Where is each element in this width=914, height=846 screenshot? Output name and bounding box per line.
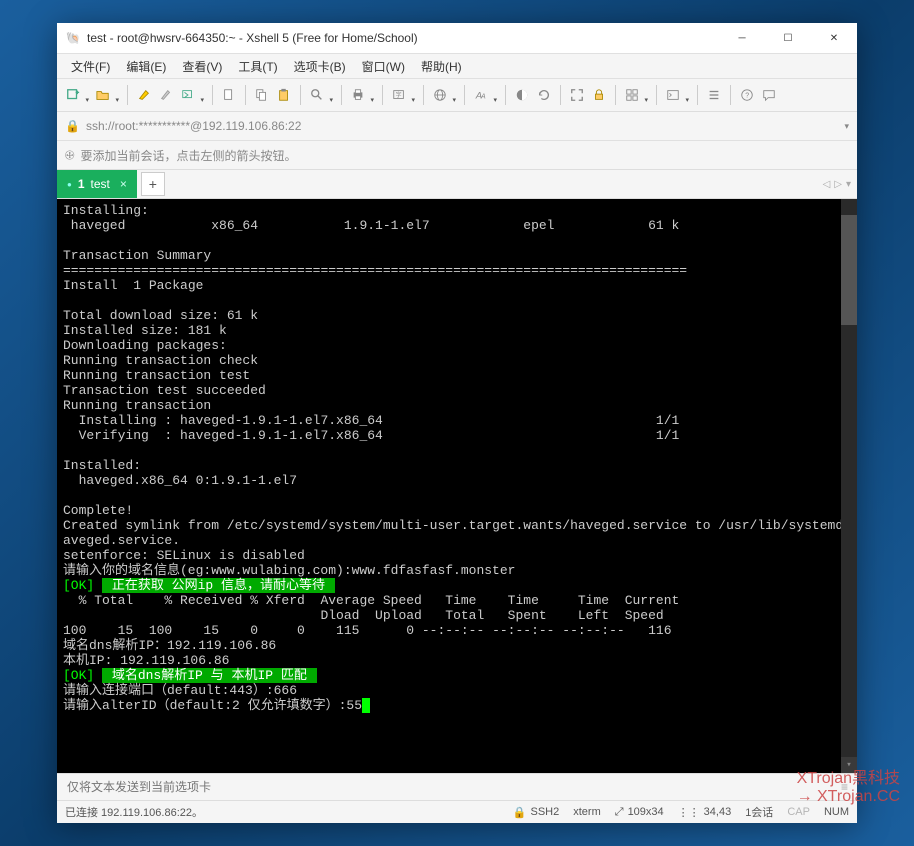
paste-icon[interactable] [274, 85, 294, 105]
menu-window[interactable]: 窗口(W) [354, 56, 413, 77]
toolbar-sep [127, 85, 128, 105]
font-icon[interactable]: AA [471, 85, 491, 105]
tab-next-icon[interactable]: ▷ [834, 179, 842, 190]
find-icon[interactable] [307, 85, 327, 105]
list-icon[interactable] [704, 85, 724, 105]
status-ssh: 🔒 SSH2 [513, 806, 559, 819]
refresh-icon[interactable] [534, 85, 554, 105]
status-bar: 已连接 192.119.106.86:22。 🔒 SSH2 xterm ⤢ 10… [57, 800, 857, 823]
tab-label: test [91, 177, 110, 191]
tab-add-button[interactable]: + [141, 172, 165, 196]
lock-small-icon: 🔒 [65, 119, 80, 133]
hint-bar: 🕀 要添加当前会话，点击左侧的箭头按钮。 [57, 141, 857, 170]
status-num: NUM [824, 806, 849, 818]
tab-active[interactable]: ● 1 test × [57, 170, 137, 198]
encoding-icon[interactable]: 字 [389, 85, 409, 105]
status-caps: CAP [787, 806, 810, 818]
new-session-icon[interactable] [63, 85, 83, 105]
layout-icon[interactable] [622, 85, 642, 105]
copy-icon[interactable] [252, 85, 272, 105]
terminal-icon[interactable] [663, 85, 683, 105]
send-bar: ≡ [57, 773, 857, 800]
menu-tools[interactable]: 工具(T) [230, 56, 285, 77]
toolbar-sep [382, 85, 383, 105]
status-pos: ⋮⋮ 34,43 [678, 806, 732, 819]
scroll-down-icon[interactable]: ▾ [841, 757, 857, 773]
tab-bar: ● 1 test × + ◁ ▷ ▾ [57, 170, 857, 199]
toolbar-sep [245, 85, 246, 105]
brush-icon[interactable] [156, 85, 176, 105]
toolbar-sep [464, 85, 465, 105]
color-scheme-icon[interactable] [512, 85, 532, 105]
terminal-scrollbar[interactable]: ▴ ▾ [841, 199, 857, 773]
toolbar-sep [615, 85, 616, 105]
svg-text:字: 字 [396, 91, 402, 99]
help-icon[interactable]: ? [737, 85, 757, 105]
send-icon[interactable] [178, 85, 198, 105]
tab-prev-icon[interactable]: ◁ [823, 179, 831, 190]
properties-icon[interactable] [219, 85, 239, 105]
status-term: xterm [573, 806, 601, 818]
menu-tabs[interactable]: 选项卡(B) [286, 56, 354, 77]
globe-icon[interactable] [430, 85, 450, 105]
send-input[interactable] [65, 779, 835, 795]
tab-close-icon[interactable]: × [120, 177, 127, 191]
toolbar-sep [423, 85, 424, 105]
terminal[interactable]: Installing: haveged x86_64 1.9.1-1.el7 e… [57, 199, 857, 773]
tab-list-icon[interactable]: ▾ [846, 179, 851, 190]
highlight-icon[interactable] [134, 85, 154, 105]
print-icon[interactable] [348, 85, 368, 105]
menu-edit[interactable]: 编辑(E) [118, 56, 174, 77]
status-connection: 已连接 192.119.106.86:22。 [65, 804, 203, 820]
tab-status-dot: ● [67, 180, 72, 189]
toolbar-sep [656, 85, 657, 105]
tab-nav: ◁ ▷ ▾ [823, 179, 857, 190]
toolbar-sep [300, 85, 301, 105]
toolbar-sep [341, 85, 342, 105]
lock-icon[interactable] [589, 85, 609, 105]
chat-icon[interactable] [759, 85, 779, 105]
svg-text:A: A [480, 94, 486, 101]
menu-view[interactable]: 查看(V) [174, 56, 230, 77]
toolbar-sep [730, 85, 731, 105]
app-window: 🐚 test - root@hwsrv-664350:~ - Xshell 5 … [57, 23, 857, 823]
svg-text:?: ? [745, 93, 749, 100]
toolbar: 字 AA ? [57, 79, 857, 112]
menubar: 文件(F) 编辑(E) 查看(V) 工具(T) 选项卡(B) 窗口(W) 帮助(… [57, 54, 857, 79]
status-size: ⤢ 109x34 [615, 806, 664, 819]
open-icon[interactable] [93, 85, 113, 105]
maximize-button[interactable]: ☐ [765, 23, 811, 53]
minimize-button[interactable]: ─ [719, 23, 765, 53]
window-title: test - root@hwsrv-664350:~ - Xshell 5 (F… [87, 31, 719, 45]
close-button[interactable]: ✕ [811, 23, 857, 53]
menu-file[interactable]: 文件(F) [63, 56, 118, 77]
toolbar-sep [212, 85, 213, 105]
app-icon: 🐚 [65, 30, 81, 46]
send-menu-icon[interactable]: ≡ [841, 780, 849, 794]
toolbar-sep [560, 85, 561, 105]
address-dropdown-icon[interactable]: ▾ [844, 121, 849, 132]
fullscreen-icon[interactable] [567, 85, 587, 105]
toolbar-sep [505, 85, 506, 105]
hint-text: 要添加当前会话，点击左侧的箭头按钮。 [81, 147, 297, 164]
cursor [362, 698, 370, 713]
status-sessions: 1会话 [745, 804, 773, 820]
scroll-thumb[interactable] [841, 215, 857, 325]
toolbar-sep [697, 85, 698, 105]
tab-index: 1 [78, 177, 85, 191]
address-bar: 🔒 ssh://root:***********@192.119.106.86:… [57, 112, 857, 141]
menu-help[interactable]: 帮助(H) [413, 56, 470, 77]
titlebar: 🐚 test - root@hwsrv-664350:~ - Xshell 5 … [57, 23, 857, 54]
address-text[interactable]: ssh://root:***********@192.119.106.86:22 [86, 119, 839, 133]
bookmark-add-icon[interactable]: 🕀 [65, 148, 75, 163]
